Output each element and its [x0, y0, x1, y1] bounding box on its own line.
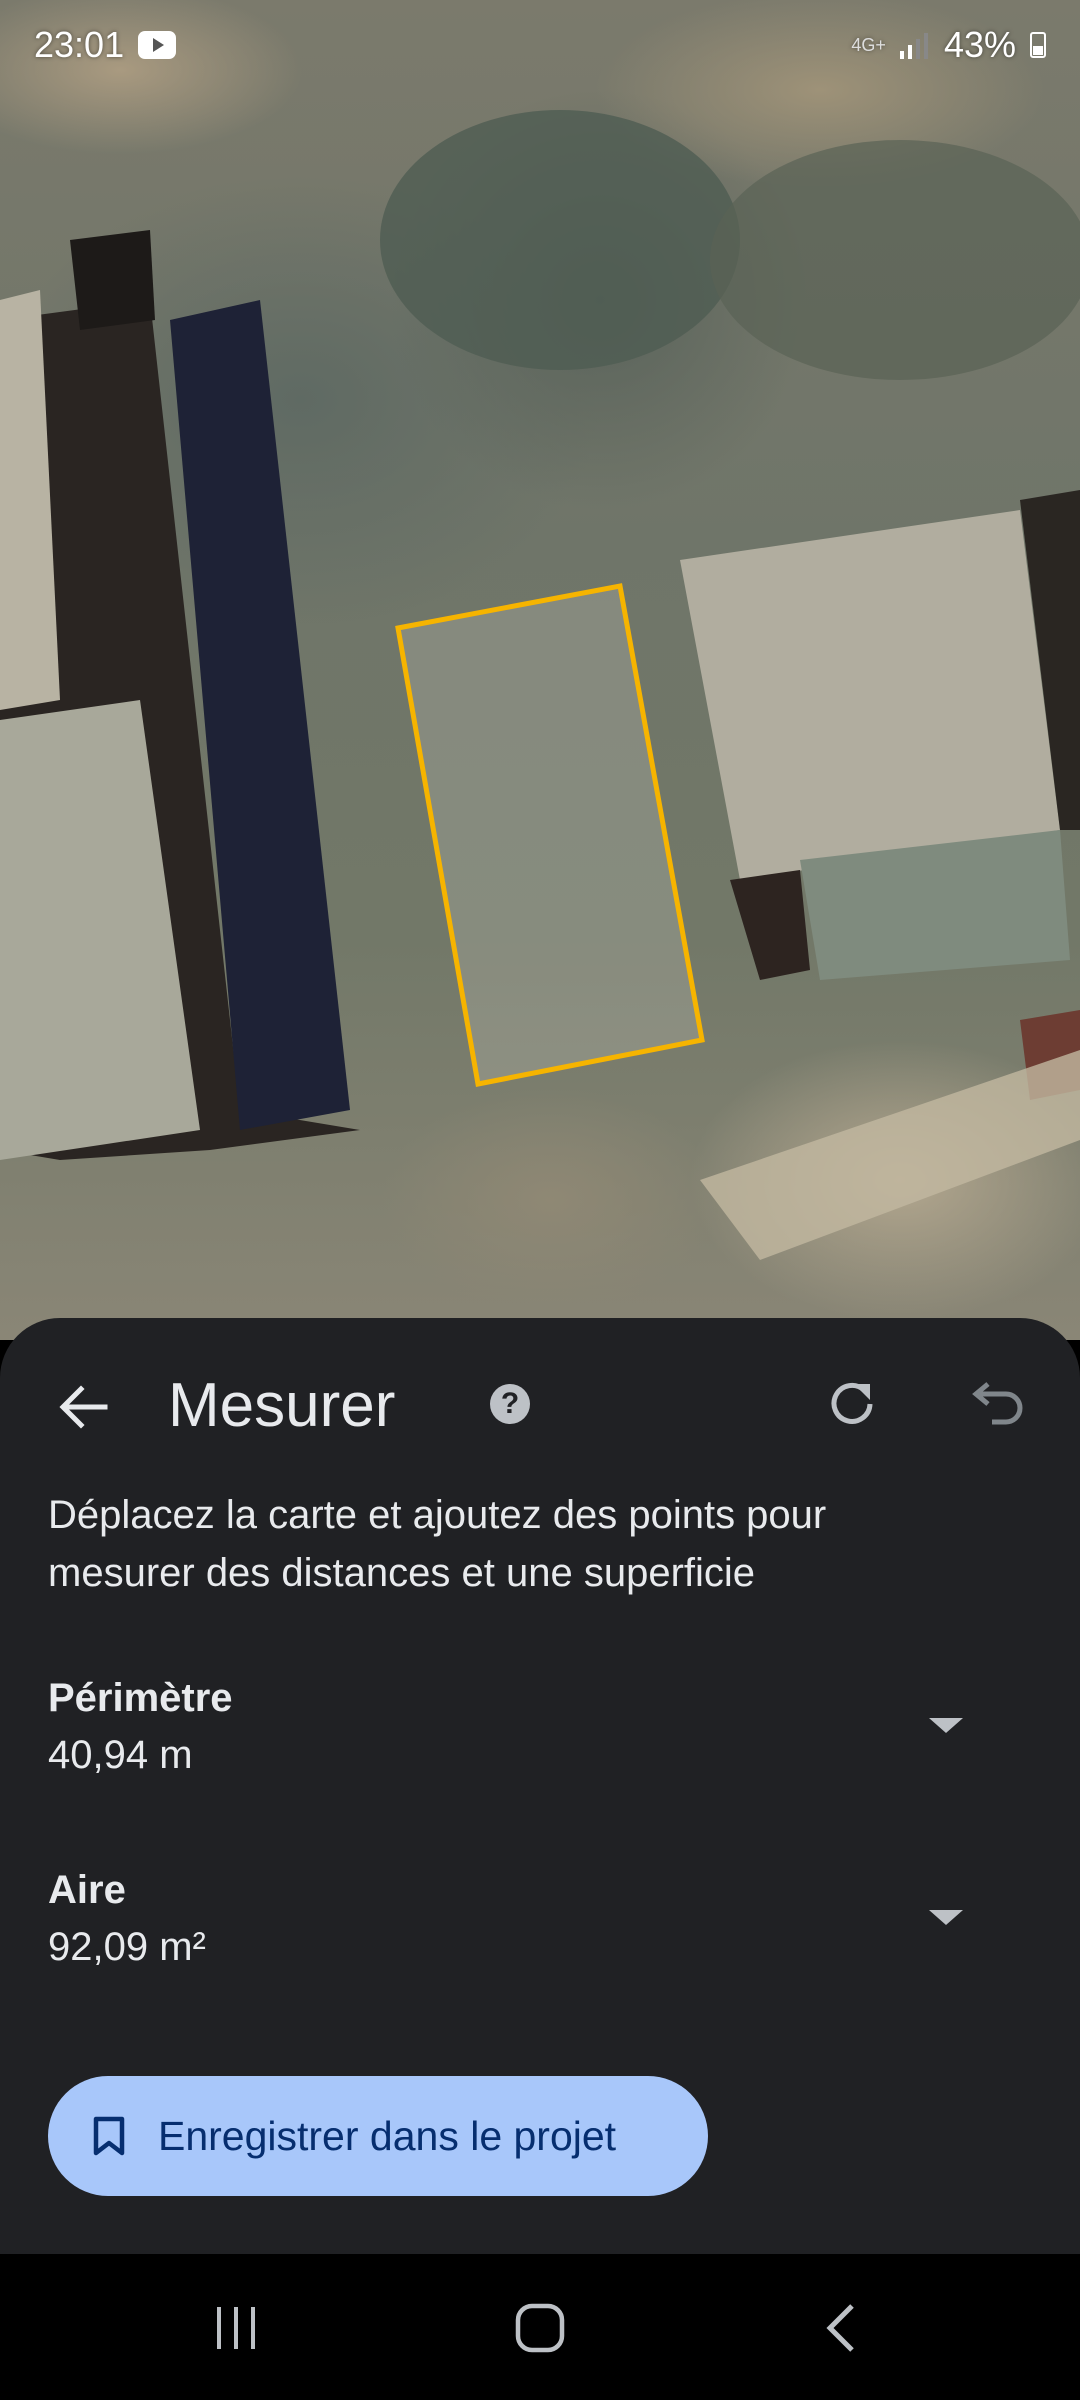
recent-apps-button[interactable] — [196, 2296, 276, 2360]
undo-button[interactable] — [962, 1370, 1032, 1440]
clock: 23:01 — [34, 24, 125, 65]
battery-icon — [1030, 32, 1046, 58]
back-button[interactable] — [48, 1372, 118, 1442]
perimeter-value: 40,94 m — [48, 1733, 193, 1777]
network-type: 4G+ — [851, 35, 886, 55]
measure-instructions: Déplacez la carte et ajoutez des points … — [48, 1493, 827, 1595]
home-button[interactable] — [500, 2296, 580, 2360]
back-nav-button[interactable] — [802, 2296, 882, 2360]
bookmark-icon — [93, 2116, 125, 2156]
perimeter-label: Périmètre — [48, 1676, 233, 1720]
help-button[interactable]: ? — [486, 1380, 534, 1428]
page-title: Mesurer — [168, 1371, 396, 1440]
measured-area-polygon — [395, 583, 705, 1087]
signal-icon — [899, 33, 928, 59]
navigation-bar — [0, 2254, 1080, 2400]
area-row[interactable]: Aire 92,09 m² — [48, 1862, 1028, 1976]
save-button-label: Enregistrer dans le projet — [158, 2112, 617, 2159]
battery-level: 43% — [943, 24, 1016, 65]
status-bar: 23:01 4G+ 43% — [0, 0, 1080, 90]
satellite-map[interactable] — [0, 0, 1080, 1340]
redo-button[interactable] — [818, 1370, 888, 1440]
perimeter-row[interactable]: Périmètre 40,94 m — [48, 1670, 1028, 1784]
sheet-header: Mesurer ? — [0, 1318, 1080, 1488]
youtube-icon — [138, 31, 177, 59]
arrow-back-icon — [59, 1385, 108, 1429]
measure-sheet: Mesurer ? Déplacez la carte et ajoutez d… — [0, 1318, 1080, 2254]
help-icon: ? — [490, 1384, 530, 1424]
undo-icon — [972, 1382, 1023, 1425]
area-value: 92,09 m² — [48, 1925, 206, 1969]
building-right-dark — [730, 870, 810, 980]
map-imagery — [0, 110, 1080, 1260]
roof-right — [680, 510, 1060, 880]
perimeter-unit-dropdown[interactable] — [926, 1710, 966, 1740]
dropdown-arrow-icon — [929, 1717, 963, 1733]
redo-icon — [831, 1382, 873, 1424]
building-left-top — [70, 230, 155, 330]
dropdown-arrow-icon — [929, 1909, 963, 1925]
save-to-project-button[interactable]: Enregistrer dans le projet — [48, 2076, 708, 2196]
area-label: Aire — [48, 1868, 126, 1912]
home-icon — [515, 2303, 565, 2353]
recent-apps-icon — [217, 2307, 255, 2349]
back-chevron-icon — [826, 2304, 854, 2352]
area-unit-dropdown[interactable] — [926, 1902, 966, 1932]
